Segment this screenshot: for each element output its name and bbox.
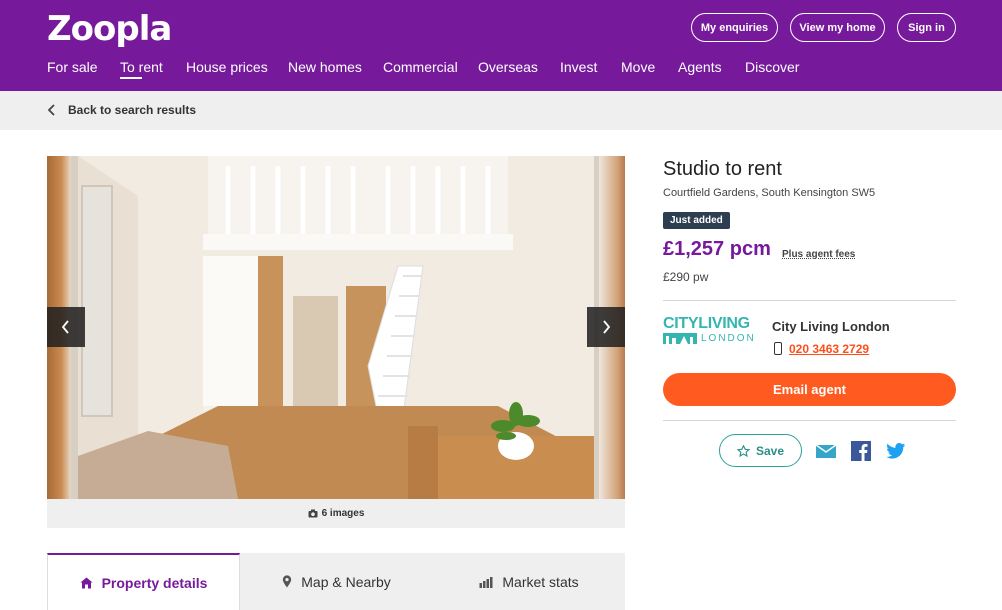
photo-gallery[interactable] (47, 156, 625, 499)
nav-invest[interactable]: Invest (560, 59, 597, 75)
breadcrumb-bar: Back to search results (0, 91, 1002, 130)
nav-move[interactable]: Move (621, 59, 655, 75)
tab-label: Map & Nearby (301, 573, 391, 590)
chevron-left-icon[interactable] (47, 103, 57, 117)
sign-in-button[interactable]: Sign in (897, 13, 956, 42)
agent-name[interactable]: City Living London (772, 319, 890, 334)
view-my-home-button[interactable]: View my home (790, 13, 885, 42)
tab-label: Property details (101, 574, 208, 591)
listing-title: Studio to rent (663, 158, 782, 180)
nav-for-sale[interactable]: For sale (47, 59, 98, 75)
tab-label: Market stats (502, 573, 579, 590)
tab-map-nearby[interactable]: Map & Nearby (240, 553, 433, 610)
previous-photo-button[interactable] (47, 307, 85, 347)
status-badge: Just added (663, 212, 730, 229)
studio-interior-image (78, 156, 594, 499)
bar-chart-icon (479, 576, 493, 588)
save-button[interactable]: Save (719, 434, 802, 467)
weekly-price: £290 pw (663, 270, 709, 284)
tab-property-details[interactable]: Property details (47, 553, 240, 610)
phone-icon (774, 342, 782, 355)
nav-to-rent[interactable]: To rent (120, 59, 163, 75)
home-icon (80, 577, 93, 588)
agent-logo[interactable]: CITYLIVING LONDON (663, 315, 761, 347)
zoopla-logo[interactable]: Zoopla (47, 9, 172, 49)
site-header: Zoopla My enquiries View my home Sign in… (0, 0, 1002, 91)
nav-house-prices[interactable]: House prices (186, 59, 268, 75)
chevron-right-icon (603, 320, 611, 334)
divider (663, 420, 956, 421)
nav-discover[interactable]: Discover (745, 59, 799, 75)
back-to-search-link[interactable]: Back to search results (68, 103, 196, 117)
nav-overseas[interactable]: Overseas (478, 59, 538, 75)
property-photo[interactable] (78, 156, 594, 499)
my-enquiries-button[interactable]: My enquiries (691, 13, 778, 42)
gallery-footer[interactable]: 6 images (47, 499, 625, 528)
twitter-share-icon[interactable] (886, 441, 906, 461)
email-share-icon[interactable] (816, 441, 836, 461)
nav-commercial[interactable]: Commercial (383, 59, 458, 75)
listing-tabs: Property details Map & Nearby Market sta… (47, 553, 625, 610)
active-nav-indicator (120, 77, 142, 79)
nav-agents[interactable]: Agents (678, 59, 722, 75)
tab-market-stats[interactable]: Market stats (433, 553, 625, 610)
listing-price: £1,257 pcm (663, 238, 771, 260)
map-pin-icon (283, 575, 292, 588)
listing-address: Courtfield Gardens, South Kensington SW5 (663, 187, 876, 199)
camera-icon (308, 509, 318, 518)
facebook-share-icon[interactable] (851, 441, 871, 461)
agent-phone-link[interactable]: 020 3463 2729 (789, 342, 869, 356)
star-icon (736, 444, 750, 457)
nav-new-homes[interactable]: New homes (288, 59, 362, 75)
chevron-left-icon (61, 320, 69, 334)
agent-logo-line1: CITYLIVING (663, 315, 750, 332)
email-agent-button[interactable]: Email agent (663, 373, 956, 406)
save-label: Save (755, 443, 785, 458)
divider (663, 300, 956, 301)
next-photo-button[interactable] (587, 307, 625, 347)
city-skyline-icon (663, 333, 697, 344)
image-count: 6 images (321, 508, 365, 519)
agent-fees-link[interactable]: Plus agent fees (782, 249, 855, 260)
